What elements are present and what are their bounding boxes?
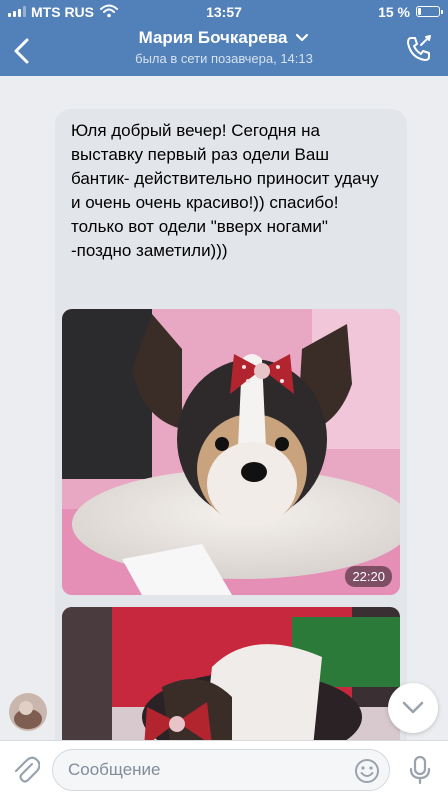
call-button[interactable] [404,34,434,64]
back-button[interactable] [8,34,38,68]
attach-button[interactable] [12,755,41,785]
chat-header: MTS RUS 13:57 15 % Мария Бочкарева была … [0,0,448,76]
message-text: Юля добрый вечер! Сегодня на выставку пе… [71,121,379,260]
photo-attachment[interactable]: 22:20 [62,309,400,595]
paperclip-icon [14,756,41,783]
emoji-button[interactable] [354,758,380,784]
scroll-down-button[interactable] [388,683,438,733]
microphone-icon [409,755,431,785]
message-list[interactable]: Юля добрый вечер! Сегодня на выставку пе… [0,76,448,740]
message-composer [0,740,448,803]
dog-photo-image [62,309,400,595]
message-timestamp: 22:20 [345,566,392,587]
phone-call-icon [407,35,431,61]
message-bubble[interactable]: Юля добрый вечер! Сегодня на выставку пе… [55,109,407,740]
status-bar: MTS RUS 13:57 15 % [0,0,448,24]
voice-message-button[interactable] [408,755,432,785]
contact-title[interactable]: Мария Бочкарева была в сети позавчера, 1… [90,28,358,66]
contact-name: Мария Бочкарева [138,28,288,47]
dog-photo-image [62,607,400,740]
battery-icon [416,6,443,17]
emoji-icon [355,759,379,783]
last-seen-status: была в сети позавчера, 14:13 [135,51,313,66]
message-input[interactable] [52,749,390,791]
chevron-down-icon [296,33,309,42]
photo-attachment[interactable] [62,607,400,740]
battery-percent: 15 % [378,4,410,20]
avatar[interactable] [9,693,47,731]
avatar-image [9,693,47,731]
chevron-left-icon [14,38,29,64]
chevron-down-icon [402,701,424,714]
